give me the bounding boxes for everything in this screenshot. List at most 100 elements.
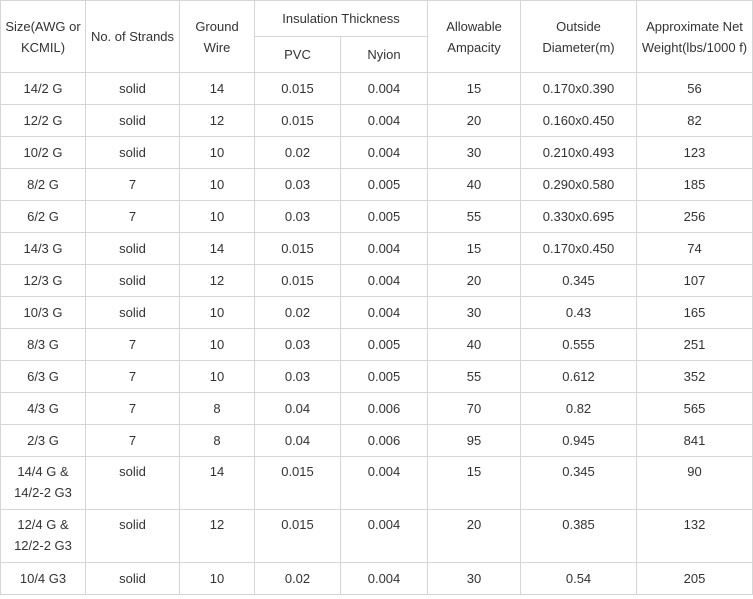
cell-pvc: 0.02 <box>254 296 341 329</box>
cell-ground-wire: 10 <box>179 168 255 201</box>
cell-pvc: 0.04 <box>254 392 341 425</box>
cell-net-weight: 123 <box>636 136 753 169</box>
cell-strands: solid <box>85 562 180 595</box>
cell-pvc: 0.04 <box>254 424 341 457</box>
cell-ground-wire: 12 <box>179 509 255 563</box>
cell-net-weight: 251 <box>636 328 753 361</box>
cell-outside-diameter: 0.43 <box>520 296 638 329</box>
cell-ground-wire: 10 <box>179 328 255 361</box>
cell-ground-wire: 14 <box>179 456 255 510</box>
cell-ampacity: 30 <box>427 136 522 169</box>
cell-strands: 7 <box>85 424 180 457</box>
cell-ground-wire: 10 <box>179 200 255 233</box>
cell-outside-diameter: 0.345 <box>520 264 638 297</box>
cell-ampacity: 20 <box>427 509 522 563</box>
cell-ampacity: 55 <box>427 360 522 393</box>
cell-outside-diameter: 0.290x0.580 <box>520 168 638 201</box>
cell-pvc: 0.03 <box>254 168 341 201</box>
table-row: 10/3 Gsolid 10 0.02 0.004 30 0.43 165 <box>0 296 753 329</box>
header-net-weight: Approximate Net Weight(lbs/1000 f) <box>636 0 753 73</box>
cell-pvc: 0.015 <box>254 456 341 510</box>
table-row: 14/2 Gsolid 14 0.015 0.004 15 0.170x0.390 56 <box>0 72 753 105</box>
cell-size: 2/3 G <box>0 424 86 457</box>
table-row: 14/3 Gsolid 14 0.015 0.004 15 0.170x0.450 74 <box>0 232 753 265</box>
cell-size: 12/2 G <box>0 104 86 137</box>
cell-net-weight: 185 <box>636 168 753 201</box>
cell-size: 4/3 G <box>0 392 86 425</box>
cell-outside-diameter: 0.345 <box>520 456 638 510</box>
cell-net-weight: 205 <box>636 562 753 595</box>
cell-ampacity: 15 <box>427 72 522 105</box>
header-strands: No. of Strands <box>85 0 180 73</box>
cell-nylon: 0.004 <box>339 562 429 595</box>
cell-ground-wire: 10 <box>179 296 255 329</box>
cell-ampacity: 55 <box>427 200 522 233</box>
cell-ampacity: 20 <box>427 264 522 297</box>
cell-size: 10/4 G3 <box>0 562 86 595</box>
cell-net-weight: 565 <box>636 392 753 425</box>
cell-size: 14/3 G <box>0 232 86 265</box>
cell-ampacity: 40 <box>427 328 522 361</box>
cell-nylon: 0.004 <box>339 72 429 105</box>
cell-outside-diameter: 0.330x0.695 <box>520 200 638 233</box>
header-outside-diameter: Outside Diameter(m) <box>520 0 638 73</box>
cell-ground-wire: 12 <box>179 264 255 297</box>
cell-nylon: 0.004 <box>339 296 429 329</box>
table-row: 10/4 G3 solid 10 0.02 0.004 30 0.54 205 <box>0 562 753 595</box>
cell-net-weight: 56 <box>636 72 753 105</box>
cell-net-weight: 90 <box>636 456 753 510</box>
cell-strands: solid <box>85 104 180 137</box>
cell-size: 14/2 G <box>0 72 86 105</box>
cell-size: 10/3 G <box>0 296 86 329</box>
cell-size: 12/3 G <box>0 264 86 297</box>
cell-outside-diameter: 0.160x0.450 <box>520 104 638 137</box>
cell-net-weight: 165 <box>636 296 753 329</box>
cell-size: 6/2 G <box>0 200 86 233</box>
cell-strands: solid <box>85 72 180 105</box>
header-insulation-thickness: Insulation Thickness <box>253 0 429 37</box>
cell-pvc: 0.03 <box>254 328 341 361</box>
cell-ground-wire: 10 <box>179 562 255 595</box>
cell-nylon: 0.004 <box>339 456 429 510</box>
cell-nylon: 0.004 <box>339 136 429 169</box>
cell-ampacity: 15 <box>427 232 522 265</box>
cell-net-weight: 352 <box>636 360 753 393</box>
cell-outside-diameter: 0.210x0.493 <box>520 136 638 169</box>
cell-outside-diameter: 0.170x0.390 <box>520 72 638 105</box>
cell-strands: solid <box>85 264 180 297</box>
cell-strands: 7 <box>85 392 180 425</box>
cell-strands: solid <box>85 296 180 329</box>
table-row: 10/2 Gsolid 10 0.02 0.004 30 0.210x0.493 123 <box>0 136 753 169</box>
cell-strands: 7 <box>85 168 180 201</box>
cell-ground-wire: 10 <box>179 360 255 393</box>
cell-net-weight: 256 <box>636 200 753 233</box>
cell-net-weight: 74 <box>636 232 753 265</box>
cell-nylon: 0.004 <box>339 509 429 563</box>
cell-ampacity: 95 <box>427 424 522 457</box>
cell-size: 8/3 G <box>0 328 86 361</box>
cell-ampacity: 20 <box>427 104 522 137</box>
cell-net-weight: 132 <box>636 509 753 563</box>
cell-ampacity: 30 <box>427 562 522 595</box>
cell-outside-diameter: 0.945 <box>520 424 638 457</box>
cell-outside-diameter: 0.54 <box>520 562 638 595</box>
cell-pvc: 0.015 <box>254 264 341 297</box>
cell-strands: solid <box>85 509 180 563</box>
cell-nylon: 0.005 <box>339 328 429 361</box>
table-row: 8/3 G 7 10 0.03 0.005 40 0.555 251 <box>0 328 753 361</box>
cell-nylon: 0.004 <box>339 264 429 297</box>
cell-strands: solid <box>85 456 180 510</box>
cell-net-weight: 841 <box>636 424 753 457</box>
cell-nylon: 0.004 <box>339 104 429 137</box>
cell-nylon: 0.005 <box>339 168 429 201</box>
cell-strands: 7 <box>85 328 180 361</box>
cell-pvc: 0.015 <box>254 104 341 137</box>
table-row: 12/3 Gsolid 12 0.015 0.004 20 0.345 107 <box>0 264 753 297</box>
cell-nylon: 0.006 <box>339 392 429 425</box>
table-row: 2/3 G 7 8 0.04 0.006 95 0.945 841 <box>0 424 753 457</box>
cell-pvc: 0.03 <box>254 360 341 393</box>
cell-nylon: 0.006 <box>339 424 429 457</box>
cell-nylon: 0.005 <box>339 360 429 393</box>
cell-nylon: 0.005 <box>339 200 429 233</box>
cell-strands: 7 <box>85 200 180 233</box>
